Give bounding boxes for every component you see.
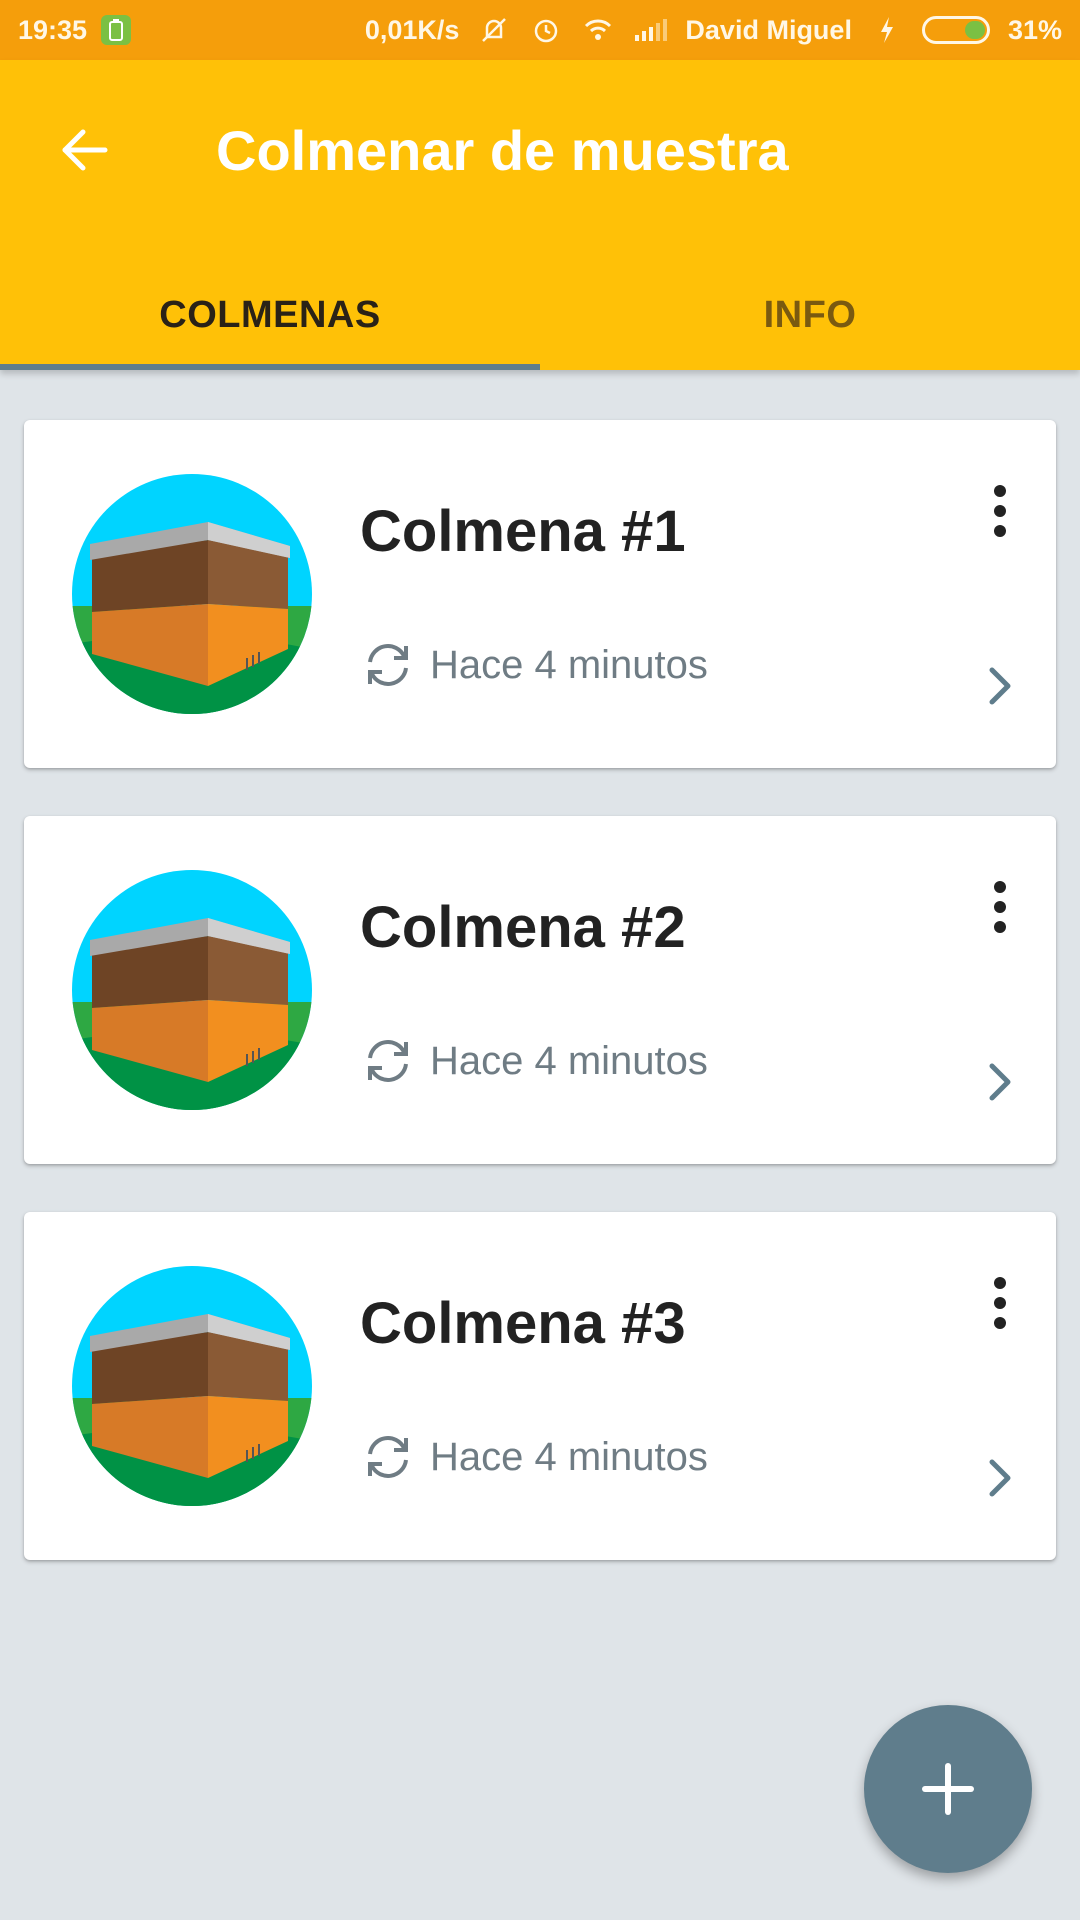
hive-name: Colmena #2 xyxy=(360,895,686,960)
hive-sync-status: Hace 4 minutos xyxy=(360,1434,708,1480)
status-time: 19:35 xyxy=(18,14,88,45)
more-vert-icon xyxy=(994,485,1006,537)
carrier-name: David Miguel xyxy=(685,14,852,45)
hive-updated-text: Hace 4 minutos xyxy=(430,1038,708,1083)
app-bar: Colmenar de muestra COLMENAS INFO xyxy=(0,60,1080,370)
muted-vibrate-icon xyxy=(477,13,511,47)
tab-colmenas[interactable]: COLMENAS xyxy=(0,260,540,370)
plus-icon xyxy=(922,1763,974,1815)
hive-avatar xyxy=(72,870,312,1110)
status-bar: 19:35 0,01K/s David Miguel 31% xyxy=(0,0,1080,60)
open-hive-button[interactable] xyxy=(980,656,1020,716)
hive-updated-text: Hace 4 minutos xyxy=(430,642,708,687)
chevron-right-icon xyxy=(989,667,1011,705)
hive-list: Colmena #1 Hace 4 minutos Colmena #2 Hac… xyxy=(24,420,1056,1608)
hive-name: Colmena #1 xyxy=(360,499,686,564)
battery-percent: 31% xyxy=(1007,14,1062,45)
alarm-icon xyxy=(529,13,563,47)
sync-icon xyxy=(368,1040,408,1082)
hive-card[interactable]: Colmena #3 Hace 4 minutos xyxy=(24,1212,1056,1560)
sync-icon xyxy=(368,1436,408,1478)
hive-card[interactable]: Colmena #1 Hace 4 minutos xyxy=(24,420,1056,768)
more-vert-icon xyxy=(994,1277,1006,1329)
hive-sync-status: Hace 4 minutos xyxy=(360,1038,708,1084)
hive-card[interactable]: Colmena #2 Hace 4 minutos xyxy=(24,816,1056,1164)
open-hive-button[interactable] xyxy=(980,1052,1020,1112)
more-vert-icon xyxy=(994,881,1006,933)
hive-sync-status: Hace 4 minutos xyxy=(360,642,708,688)
chevron-right-icon xyxy=(989,1459,1011,1497)
open-hive-button[interactable] xyxy=(980,1448,1020,1508)
back-button[interactable] xyxy=(50,115,120,185)
arrow-back-icon xyxy=(62,129,108,171)
chevron-right-icon xyxy=(989,1063,1011,1101)
hive-updated-text: Hace 4 minutos xyxy=(430,1434,708,1479)
add-hive-button[interactable] xyxy=(864,1705,1032,1873)
wifi-icon xyxy=(581,13,615,47)
battery-icon xyxy=(921,16,990,44)
network-speed: 0,01K/s xyxy=(364,14,460,45)
hive-name: Colmena #3 xyxy=(360,1291,686,1356)
tab-info[interactable]: INFO xyxy=(540,260,1080,370)
more-options-button[interactable] xyxy=(980,1268,1020,1338)
charging-icon xyxy=(870,13,904,47)
tab-indicator xyxy=(0,364,540,370)
hive-avatar xyxy=(72,474,312,714)
sync-icon xyxy=(368,644,408,686)
battery-saver-icon xyxy=(101,15,132,45)
hive-avatar xyxy=(72,1266,312,1506)
signal-icon xyxy=(633,13,668,47)
tab-bar: COLMENAS INFO xyxy=(0,260,1080,370)
more-options-button[interactable] xyxy=(980,476,1020,546)
more-options-button[interactable] xyxy=(980,872,1020,942)
page-title: Colmenar de muestra xyxy=(216,119,789,182)
